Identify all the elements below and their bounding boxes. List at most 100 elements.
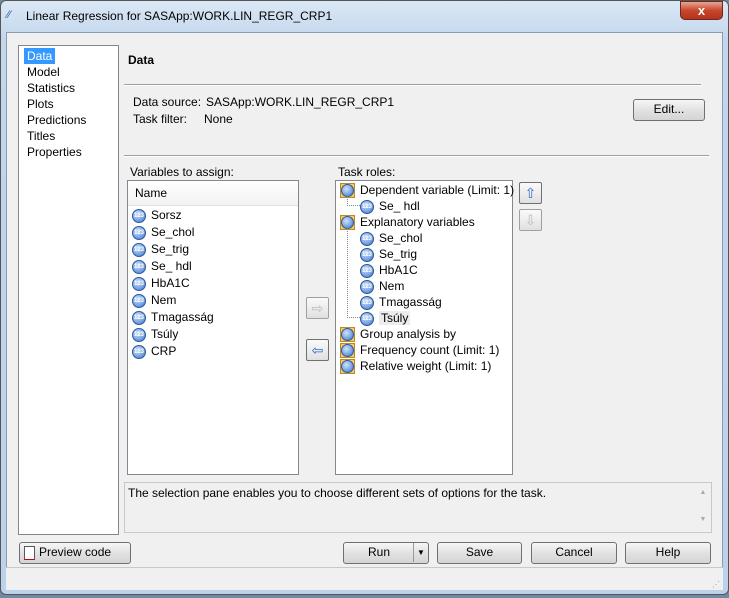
column-header-name[interactable]: Name [128,181,298,206]
role-group-analysis[interactable]: Group analysis by [340,326,456,343]
role-icon [340,327,355,343]
role-variable-item[interactable]: 123 HbA1C [360,262,418,279]
arrow-down-icon: ⇩ [524,212,537,228]
variable-name: Tmagasság [151,310,214,324]
run-button[interactable]: Run ▼ [343,542,429,564]
numeric-123-icon: 123 [360,311,374,326]
help-button[interactable]: Help [625,542,711,564]
preview-code-button[interactable]: Preview code [19,542,131,564]
role-variable-name: Se_chol [379,231,423,245]
description-pane: The selection pane enables you to choose… [124,482,712,533]
nav-item-plots[interactable]: Plots [24,96,57,112]
move-left-button[interactable]: ⇦ [306,339,329,361]
variable-name: CRP [151,344,177,358]
task-roles-label: Task roles: [338,165,396,179]
nav-item-titles[interactable]: Titles [24,128,58,144]
role-label: Frequency count (Limit: 1) [360,343,500,357]
run-dropdown-icon[interactable]: ▼ [413,543,428,562]
edit-button[interactable]: Edit... [633,99,705,121]
run-label: Run [367,545,390,559]
role-variable-name: Tmagasság [379,295,442,309]
variables-label: Variables to assign: [130,165,234,179]
role-variable-item[interactable]: 123 Se_chol [360,230,422,247]
nav-item-data[interactable]: Data [24,48,56,64]
role-variable-item[interactable]: 123 Se_ hdl [360,198,420,215]
role-variable-name: Nem [379,279,405,293]
selection-pane: Data Model Statistics Plots Predictions … [18,45,119,535]
numeric-123-icon: 123 [132,310,146,325]
variable-name: Se_trig [151,242,190,256]
numeric-123-icon: 123 [360,279,374,294]
variable-name: HbA1C [151,276,190,290]
tree-connector [347,196,360,206]
role-variable-item[interactable]: 123 Tsúly [360,310,411,327]
variable-item[interactable]: 123 Tmagasság [132,309,214,326]
variable-name: Tsúly [151,327,179,341]
variable-item[interactable]: 123 CRP [132,343,176,360]
description-scrollbar[interactable]: ▲ ▼ [695,483,711,532]
preview-code-icon [24,545,35,560]
numeric-123-icon: 123 [360,263,374,278]
nav-item-properties[interactable]: Properties [24,144,85,160]
save-button[interactable]: Save [437,542,522,564]
role-variable-item[interactable]: 123 Se_trig [360,246,417,263]
role-explanatory-variables[interactable]: Explanatory variables [340,214,475,231]
task-filter-label: Task filter: [133,112,188,126]
arrow-up-icon: ⇧ [524,185,537,201]
cancel-button[interactable]: Cancel [531,542,617,564]
role-variable-name: Se_trig [379,247,418,261]
variable-item[interactable]: 123 Nem [132,292,176,309]
variable-item[interactable]: 123 Sorsz [132,207,182,224]
close-button[interactable]: x [680,1,723,20]
data-source-label: Data source: [133,95,202,109]
nav-item-model[interactable]: Model [24,64,63,80]
arrow-left-icon: ⇦ [311,342,324,358]
task-roles-tree[interactable]: Dependent variable (Limit: 1) 123 Se_ hdl E… [335,180,514,475]
numeric-123-icon: 123 [132,276,146,291]
role-frequency-count[interactable]: Frequency count (Limit: 1) [340,342,499,359]
nav-item-statistics[interactable]: Statistics [24,80,78,96]
role-label: Group analysis by [360,327,457,341]
divider [124,84,701,86]
variable-item[interactable]: 123 Tsúly [132,326,178,343]
role-label: Explanatory variables [360,215,475,229]
variable-name: Se_chol [151,225,195,239]
role-variable-name: Tsúly [379,311,411,325]
numeric-123-icon: 123 [132,242,146,257]
data-source-value: SASApp:WORK.LIN_REGR_CRP1 [206,95,395,109]
tree-connector [347,228,360,318]
role-variable-item[interactable]: 123 Tmagasság [360,294,442,311]
numeric-123-icon: 123 [132,208,146,223]
role-dependent-variable[interactable]: Dependent variable (Limit: 1) [340,182,514,199]
resize-grip-icon[interactable]: ⋰ [712,580,720,589]
role-variable-name: Se_ hdl [379,199,420,213]
variable-name: Nem [151,293,177,307]
numeric-123-icon: 123 [132,225,146,240]
variable-item[interactable]: 123 HbA1C [132,275,190,292]
role-variable-name: HbA1C [379,263,418,277]
nav-item-predictions[interactable]: Predictions [24,112,89,128]
regression-app-icon: ⁄⁄ [7,9,11,21]
numeric-123-icon: 123 [360,247,374,262]
window-title: Linear Regression for SASApp:WORK.LIN_RE… [26,9,333,23]
move-up-button[interactable]: ⇧ [519,182,542,204]
status-bar: ⋰ [6,567,723,590]
numeric-123-icon: 123 [360,231,374,246]
task-filter-value: None [204,112,233,126]
variable-name: Sorsz [151,208,182,222]
numeric-123-icon: 123 [132,344,146,359]
variable-item[interactable]: 123 Se_trig [132,241,189,258]
role-relative-weight[interactable]: Relative weight (Limit: 1) [340,358,491,375]
move-down-button[interactable]: ⇩ [519,209,542,231]
description-text: The selection pane enables you to choose… [128,486,547,500]
numeric-123-icon: 123 [132,293,146,308]
move-right-button[interactable]: ⇨ [306,297,329,319]
numeric-123-icon: 123 [360,199,374,214]
variable-name: Se_ hdl [151,259,192,273]
variable-item[interactable]: 123 Se_chol [132,224,194,241]
role-icon [340,359,355,375]
variables-list[interactable]: Name 123 Sorsz 123 Se_chol 123 Se_trig 123 Se_ … [127,180,299,475]
numeric-123-icon: 123 [132,259,146,274]
variable-item[interactable]: 123 Se_ hdl [132,258,192,275]
role-variable-item[interactable]: 123 Nem [360,278,404,295]
